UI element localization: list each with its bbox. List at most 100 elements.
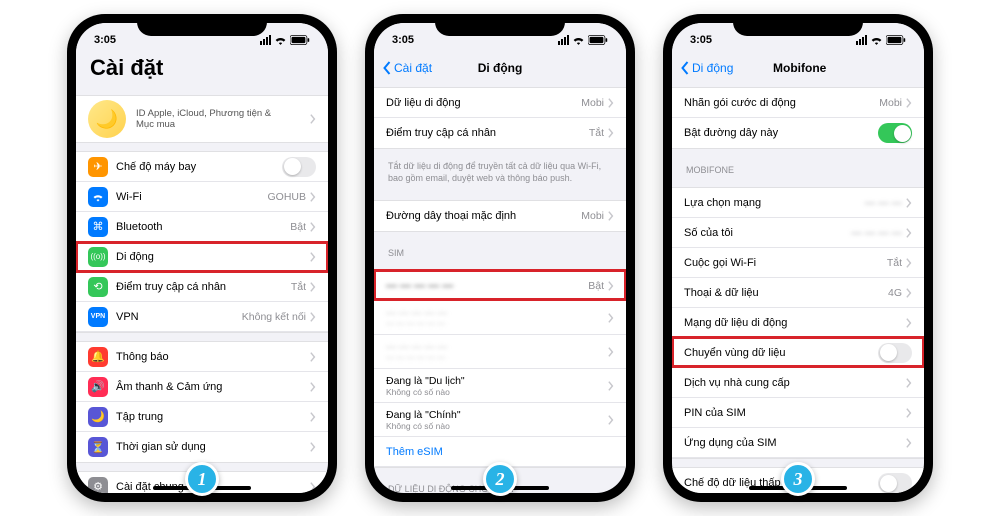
carrier-services-row[interactable]: Dịch vụ nhà cung cấp: [672, 368, 924, 398]
network-selection-row[interactable]: Lựa chọn mạng — — —: [672, 188, 924, 218]
apple-id-row[interactable]: 🌙 ID Apple, iCloud, Phương tiện & Mục mu…: [76, 96, 328, 142]
hotspot-row[interactable]: ⟲ Điểm truy cập cá nhân Tắt: [76, 272, 328, 302]
phone-step-3: 3:05 Di động Mobifone Nhãn gói cước di đ…: [663, 14, 933, 502]
chevron-right-icon: [906, 198, 912, 208]
sim3-sub: — — — — — —: [386, 353, 608, 362]
default-voice-label: Đường dây thoại mặc định: [386, 210, 581, 222]
primary-row[interactable]: Đang là "Chính" Không có số nào: [374, 403, 626, 437]
sim-pin-row[interactable]: PIN của SIM: [672, 398, 924, 428]
wifi-row[interactable]: Wi-Fi GOHUB: [76, 182, 328, 212]
chevron-right-icon: [608, 381, 614, 391]
hotspot-icon: ⟲: [88, 277, 108, 297]
profile-avatar: 🌙: [88, 100, 126, 138]
status-indicators: [260, 35, 310, 45]
profile-line2: Mục mua: [136, 119, 310, 130]
status-time: 3:05: [94, 34, 116, 46]
vpn-icon: VPN: [88, 307, 108, 327]
profile-line1: ID Apple, iCloud, Phương tiện &: [136, 108, 310, 119]
plan-label-row[interactable]: Nhãn gói cước di động Mobi: [672, 88, 924, 118]
carrier-group: Lựa chọn mạng — — — Số của tôi — — — — C…: [672, 187, 924, 459]
cellular-icon: ((o)): [88, 247, 108, 267]
low-data-toggle[interactable]: [878, 473, 912, 493]
hotspot-label: Điểm truy cập cá nhân: [386, 127, 589, 139]
chevron-right-icon: [310, 382, 316, 392]
chevron-right-icon: [310, 312, 316, 322]
data-network-row[interactable]: Mạng dữ liệu di động: [672, 308, 924, 338]
cellular-data-label: Dữ liệu di động: [386, 97, 581, 109]
chevron-right-icon: [906, 98, 912, 108]
hotspot-row[interactable]: Điểm truy cập cá nhân Tắt: [374, 118, 626, 148]
sim-pin-label: PIN của SIM: [684, 407, 906, 419]
sim-group: — — — — — Bật — — — — — — — — — — — — — …: [374, 270, 626, 468]
chevron-right-icon: [608, 98, 614, 108]
carrier-content: Nhãn gói cước di động Mobi Bật đường dây…: [672, 83, 924, 493]
sound-row[interactable]: 🔊 Âm thanh & Cảm ứng: [76, 372, 328, 402]
battery-icon: [290, 35, 310, 45]
chevron-right-icon: [608, 281, 614, 291]
step-badge-1: 1: [185, 462, 219, 496]
notch: [435, 14, 565, 36]
wifi-icon: [572, 35, 585, 45]
sim2-sub: — — — — — —: [386, 319, 608, 328]
hotspot-label: Điểm truy cập cá nhân: [116, 281, 291, 293]
airplane-row[interactable]: ✈ Chế độ máy bay: [76, 152, 328, 182]
focus-label: Tập trung: [116, 411, 310, 423]
step-badge-2: 2: [483, 462, 517, 496]
add-esim-label: Thêm eSIM: [386, 446, 443, 458]
sim3-row[interactable]: — — — — — — — — — — —: [374, 335, 626, 369]
plan-value: Mobi: [879, 97, 902, 109]
wifi-icon: [870, 35, 883, 45]
default-voice-row[interactable]: Đường dây thoại mặc định Mobi: [374, 201, 626, 231]
chevron-right-icon: [608, 128, 614, 138]
airplane-toggle[interactable]: [282, 157, 316, 177]
battery-icon: [886, 35, 906, 45]
enable-line-toggle[interactable]: [878, 123, 912, 143]
sim-apps-row[interactable]: Ứng dụng của SIM: [672, 428, 924, 458]
notifications-label: Thông báo: [116, 351, 310, 363]
sim-apps-label: Ứng dụng của SIM: [684, 437, 906, 449]
sim1-value: Bật: [588, 280, 604, 292]
hourglass-icon: ⏳: [88, 437, 108, 457]
chevron-right-icon: [310, 482, 316, 492]
wifi-calling-value: Tắt: [887, 257, 902, 269]
wifi-value: GOHUB: [267, 191, 306, 203]
notch: [733, 14, 863, 36]
cellular-row[interactable]: ((o)) Di động: [76, 242, 328, 272]
settings-content: Cài đặt 🌙 ID Apple, iCloud, Phương tiện …: [76, 53, 328, 493]
chevron-right-icon: [906, 318, 912, 328]
roaming-row[interactable]: Chuyển vùng dữ liệu: [672, 338, 924, 368]
moon-icon: 🌙: [88, 407, 108, 427]
signal-icon: [558, 35, 569, 45]
primary-label: Đang là "Chính": [386, 409, 608, 421]
chevron-right-icon: [310, 114, 316, 124]
wifi-calling-row[interactable]: Cuộc gọi Wi-Fi Tắt: [672, 248, 924, 278]
voice-data-row[interactable]: Thoại & dữ liệu 4G: [672, 278, 924, 308]
chevron-right-icon: [310, 282, 316, 292]
airplane-label: Chế độ máy bay: [116, 161, 282, 173]
screentime-row[interactable]: ⏳ Thời gian sử dụng: [76, 432, 328, 462]
bluetooth-value: Bật: [290, 221, 306, 233]
my-number-row[interactable]: Số của tôi — — — —: [672, 218, 924, 248]
phone-step-1: 3:05 Cài đặt 🌙 ID Apple, iCloud, Phương …: [67, 14, 337, 502]
data-network-label: Mạng dữ liệu di động: [684, 317, 906, 329]
vpn-row[interactable]: VPN VPN Không kết nối: [76, 302, 328, 332]
notifications-row[interactable]: 🔔 Thông báo: [76, 342, 328, 372]
sim2-label: — — — — —: [386, 308, 608, 319]
cellular-data-value: Mobi: [581, 97, 604, 109]
carrier-section-header: MOBIFONE: [672, 157, 924, 179]
sim2-row[interactable]: — — — — — — — — — — —: [374, 301, 626, 335]
bluetooth-row[interactable]: ⌘ Bluetooth Bật: [76, 212, 328, 242]
gear-icon: ⚙: [88, 477, 108, 494]
network-selection-value: — — —: [865, 197, 902, 209]
travel-row[interactable]: Đang là "Du lịch" Không có số nào: [374, 369, 626, 403]
my-number-value: — — — —: [851, 227, 902, 239]
sim1-row[interactable]: — — — — — Bật: [374, 271, 626, 301]
enable-line-row[interactable]: Bật đường dây này: [672, 118, 924, 148]
vpn-label: VPN: [116, 311, 242, 323]
roaming-toggle[interactable]: [878, 343, 912, 363]
status-indicators: [856, 35, 906, 45]
connectivity-group: ✈ Chế độ máy bay Wi-Fi GOHUB ⌘ Bluetooth…: [76, 151, 328, 333]
focus-row[interactable]: 🌙 Tập trung: [76, 402, 328, 432]
chevron-right-icon: [310, 222, 316, 232]
cellular-data-row[interactable]: Dữ liệu di động Mobi: [374, 88, 626, 118]
